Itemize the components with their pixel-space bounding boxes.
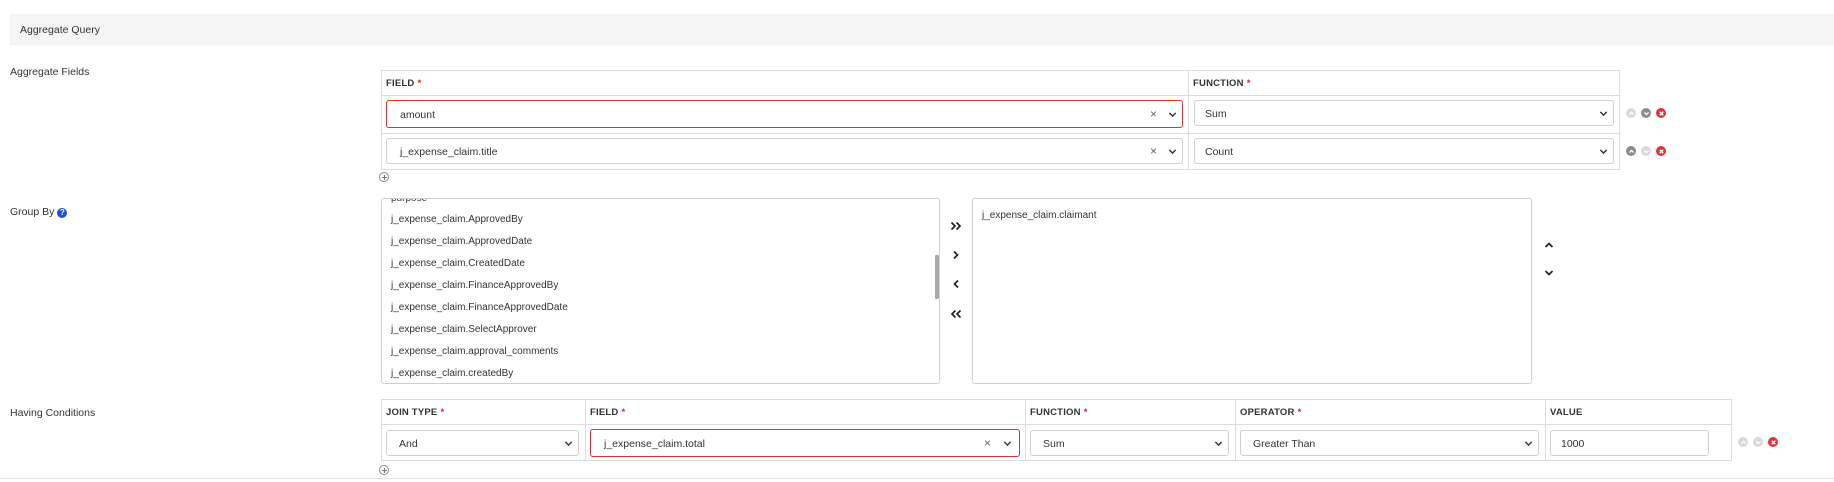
column-header-field: FIELD * bbox=[590, 407, 626, 418]
operator-select[interactable]: Greater Than bbox=[1240, 430, 1539, 456]
clear-icon[interactable]: × bbox=[1150, 107, 1157, 121]
column-header-function: FUNCTION * bbox=[1030, 407, 1088, 418]
aggregate-function-select-1[interactable]: Sum bbox=[1194, 100, 1614, 126]
move-up-icon[interactable] bbox=[1626, 146, 1636, 156]
reorder-down-icon[interactable] bbox=[1542, 266, 1556, 280]
having-function-value: Sum bbox=[1043, 438, 1065, 450]
aggregate-field-select-1[interactable]: amount × bbox=[386, 100, 1183, 128]
section-title: Aggregate Query bbox=[20, 24, 100, 36]
move-all-right-icon[interactable] bbox=[949, 219, 963, 233]
move-down-icon[interactable] bbox=[1641, 108, 1651, 118]
aggregate-field-value-2: j_expense_claim.title bbox=[400, 146, 498, 158]
list-item[interactable]: j_expense_claim.FinanceApprovedDate bbox=[391, 302, 568, 313]
value-input[interactable]: 1000 bbox=[1550, 430, 1709, 456]
having-field-value: j_expense_claim.total bbox=[604, 438, 705, 450]
list-item[interactable]: j_expense_claim.ApprovedDate bbox=[391, 236, 532, 247]
column-header-field: FIELD * bbox=[386, 78, 422, 89]
move-all-left-icon[interactable] bbox=[949, 307, 963, 321]
add-aggregate-field-icon[interactable] bbox=[379, 172, 389, 182]
chevron-down-icon[interactable] bbox=[1599, 147, 1608, 155]
having-conditions-label: Having Conditions bbox=[10, 407, 96, 419]
chevron-down-icon[interactable] bbox=[1168, 110, 1177, 118]
aggregate-function-value-1: Sum bbox=[1205, 108, 1227, 120]
join-type-select[interactable]: And bbox=[386, 430, 579, 456]
move-up-icon[interactable] bbox=[1738, 437, 1748, 447]
list-item[interactable]: j_expense_claim.FinanceApprovedBy bbox=[391, 280, 558, 291]
remove-row-icon[interactable] bbox=[1656, 146, 1666, 156]
chevron-down-icon[interactable] bbox=[1168, 147, 1177, 155]
column-header-operator: OPERATOR * bbox=[1240, 407, 1302, 418]
column-header-join-type: JOIN TYPE * bbox=[386, 407, 445, 418]
move-down-icon[interactable] bbox=[1641, 146, 1651, 156]
group-by-label: Group By? bbox=[10, 206, 68, 218]
aggregate-field-select-2[interactable]: j_expense_claim.title × bbox=[386, 138, 1183, 164]
list-item[interactable]: purpose bbox=[391, 199, 427, 204]
list-item[interactable]: j_expense_claim.createdBy bbox=[391, 368, 513, 379]
chevron-down-icon[interactable] bbox=[1214, 439, 1223, 447]
aggregate-field-value-1: amount bbox=[400, 109, 436, 121]
group-by-available-list[interactable]: purpose j_expense_claim.ApprovedBy j_exp… bbox=[381, 198, 940, 384]
chevron-down-icon[interactable] bbox=[564, 439, 573, 447]
divider bbox=[0, 478, 1834, 479]
clear-icon[interactable]: × bbox=[984, 436, 991, 450]
move-up-icon[interactable] bbox=[1626, 108, 1636, 118]
move-right-icon[interactable] bbox=[949, 248, 963, 262]
value-input-text: 1000 bbox=[1561, 438, 1585, 450]
scrollbar-thumb[interactable] bbox=[935, 255, 939, 299]
move-left-icon[interactable] bbox=[949, 277, 963, 291]
remove-row-icon[interactable] bbox=[1768, 437, 1778, 447]
aggregate-fields-table: FIELD * FUNCTION * amount × Sum j_expense_… bbox=[381, 70, 1620, 170]
group-by-selected-list[interactable]: j_expense_claim.claimant bbox=[972, 198, 1532, 384]
aggregate-function-select-2[interactable]: Count bbox=[1194, 138, 1614, 164]
list-item[interactable]: j_expense_claim.SelectApprover bbox=[391, 324, 537, 335]
list-item[interactable]: j_expense_claim.claimant bbox=[982, 210, 1097, 221]
help-icon[interactable]: ? bbox=[57, 208, 68, 218]
column-header-value: VALUE bbox=[1550, 407, 1583, 418]
having-field-select[interactable]: j_expense_claim.total × bbox=[590, 429, 1020, 457]
aggregate-fields-label: Aggregate Fields bbox=[10, 66, 90, 78]
chevron-down-icon[interactable] bbox=[1003, 439, 1012, 447]
section-header: Aggregate Query bbox=[10, 14, 1834, 45]
reorder-up-icon[interactable] bbox=[1542, 238, 1556, 252]
list-item[interactable]: j_expense_claim.approval_comments bbox=[391, 346, 558, 357]
list-item[interactable]: j_expense_claim.CreatedDate bbox=[391, 258, 525, 269]
chevron-down-icon[interactable] bbox=[1599, 109, 1608, 117]
having-function-select[interactable]: Sum bbox=[1030, 430, 1229, 456]
move-down-icon[interactable] bbox=[1753, 437, 1763, 447]
having-conditions-table: JOIN TYPE * FIELD * FUNCTION * OPERATOR * VA… bbox=[381, 399, 1732, 461]
join-type-value: And bbox=[399, 438, 418, 450]
operator-value: Greater Than bbox=[1253, 438, 1316, 450]
list-item[interactable]: j_expense_claim.ApprovedBy bbox=[391, 214, 523, 225]
remove-row-icon[interactable] bbox=[1656, 108, 1666, 118]
add-having-condition-icon[interactable] bbox=[379, 465, 389, 475]
clear-icon[interactable]: × bbox=[1150, 144, 1157, 158]
aggregate-function-value-2: Count bbox=[1205, 146, 1234, 158]
chevron-down-icon[interactable] bbox=[1524, 439, 1533, 447]
column-header-function: FUNCTION * bbox=[1193, 78, 1251, 89]
